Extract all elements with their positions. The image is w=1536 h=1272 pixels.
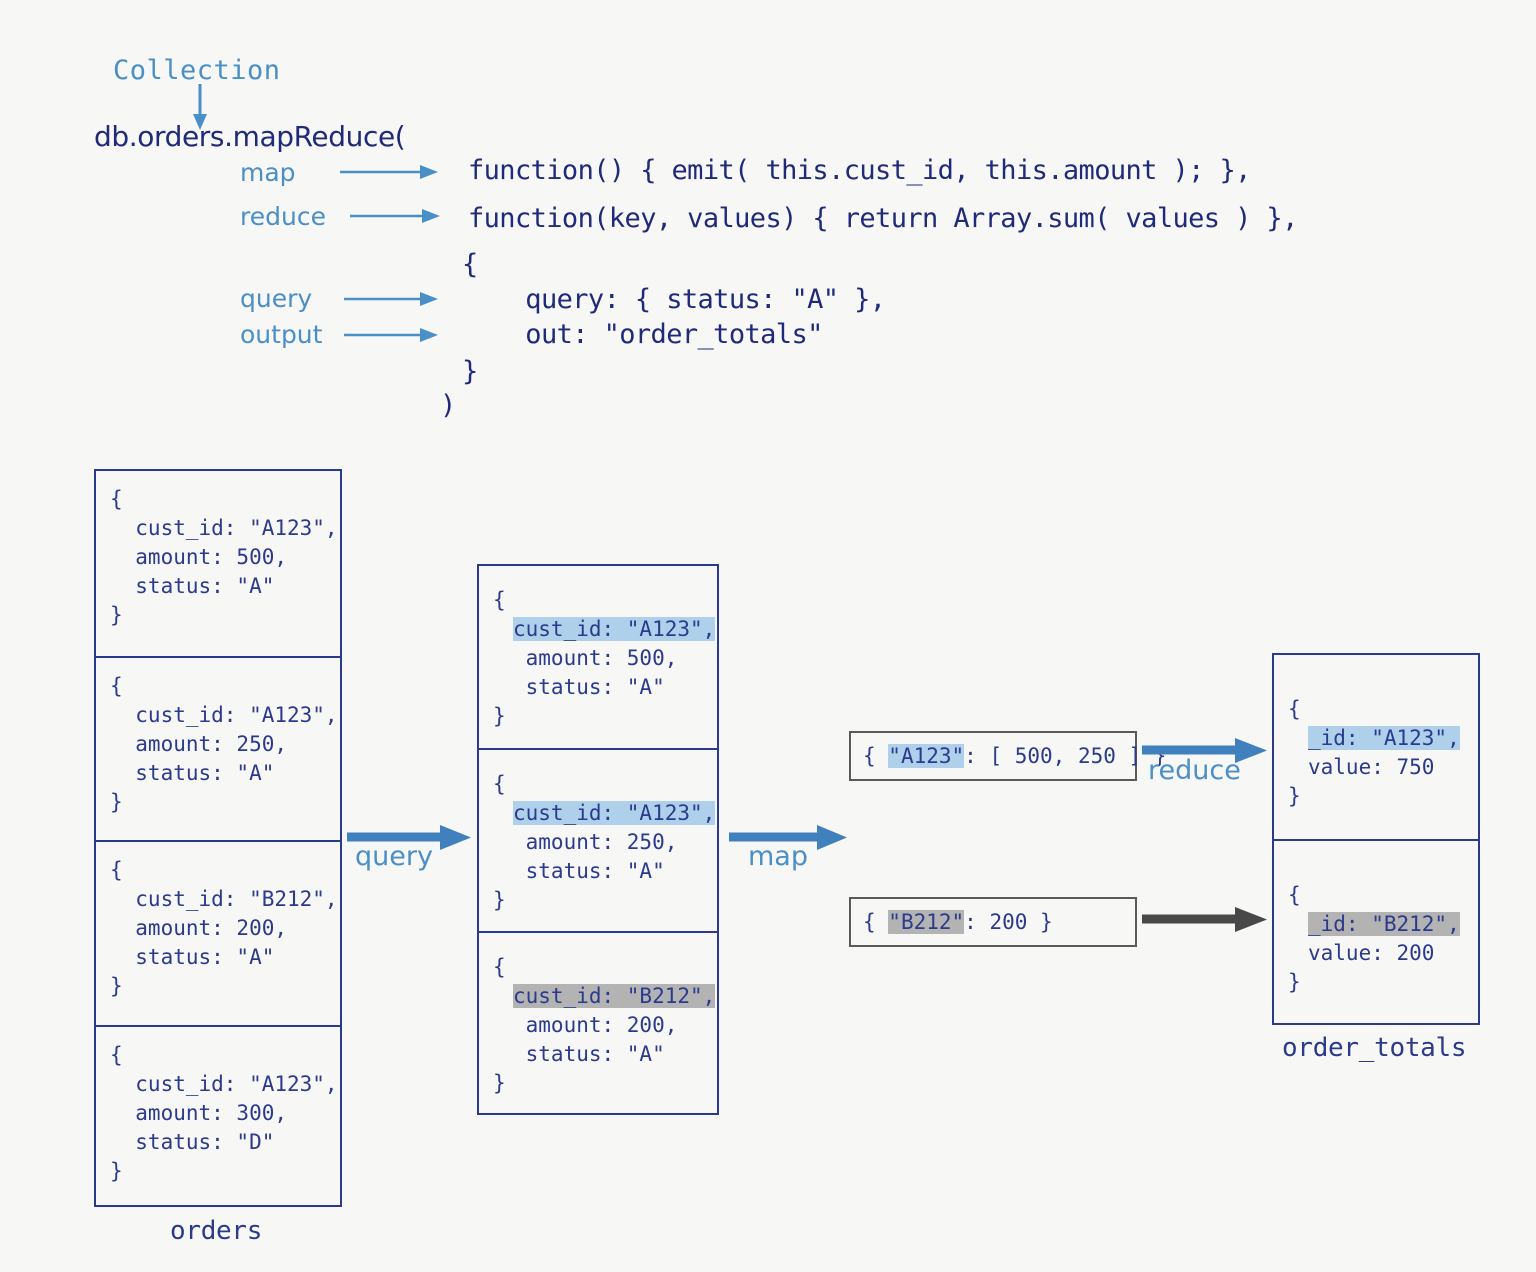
table-row: { cust_id: "A123", amount: 500, status: … xyxy=(479,566,717,748)
doc-open-brace: { xyxy=(110,487,123,511)
doc-open-brace: { xyxy=(493,588,506,612)
code-line-reduce-function: function(key, values) { return Array.sum… xyxy=(468,203,1298,234)
order-totals-collection-caption: order_totals xyxy=(1282,1033,1467,1063)
doc-amount: amount: 500, xyxy=(513,646,678,670)
emit-key-highlight: "A123" xyxy=(888,744,965,768)
collection-annotation-label: Collection xyxy=(113,55,281,86)
doc-cust-id-highlight: cust_id: "B212", xyxy=(513,983,716,1008)
filtered-documents-box: { cust_id: "A123", amount: 500, status: … xyxy=(477,564,719,1115)
doc-cust-id-highlight: cust_id: "A123", xyxy=(513,617,716,641)
doc-status: status: "A" xyxy=(513,1041,665,1066)
doc-status: status: "A" xyxy=(110,945,275,969)
table-row: { cust_id: "A123", amount: 250, status: … xyxy=(96,655,340,841)
doc-status: status: "A" xyxy=(513,675,665,699)
code-line-options-close: } xyxy=(462,356,478,387)
code-line-map-function: function() { emit( this.cust_id, this.am… xyxy=(468,155,1251,186)
doc-close-brace: } xyxy=(110,974,123,998)
doc-open-brace: { xyxy=(110,1042,123,1067)
table-row: { _id: "B212", value: 200 } xyxy=(1274,839,1478,1023)
orders-collection-box: { cust_id: "A123", amount: 500, status: … xyxy=(94,469,342,1207)
emit-pair-b212: { "B212": 200 } xyxy=(849,897,1137,947)
code-line-out-option: out: "order_totals" xyxy=(494,319,823,350)
orders-collection-caption: orders xyxy=(170,1216,263,1246)
doc-cust-id: cust_id: "A123", xyxy=(110,1071,338,1096)
doc-open-brace: { xyxy=(110,673,123,698)
doc-cust-id: cust_id: "B212", xyxy=(110,887,338,911)
doc-close-brace: } xyxy=(110,603,123,627)
code-line-query-option: query: { status: "A" }, xyxy=(494,284,886,315)
passthrough-flow-arrow-icon xyxy=(1142,907,1267,932)
doc-id-highlight: _id: "A123", xyxy=(1308,726,1460,750)
doc-open-brace: { xyxy=(1288,883,1301,907)
param-label-output: output xyxy=(240,320,323,349)
reduce-flow-label: reduce xyxy=(1148,755,1241,786)
table-row: { cust_id: "A123", amount: 250, status: … xyxy=(479,748,717,930)
doc-amount: amount: 200, xyxy=(513,1012,678,1037)
order-totals-collection-box: { _id: "A123", value: 750 } { _id: "B212… xyxy=(1272,653,1480,1025)
doc-amount: amount: 200, xyxy=(110,916,288,940)
emit-prefix: { xyxy=(863,910,889,934)
emit-rest: : 200 } xyxy=(964,910,1053,934)
output-param-arrow-icon xyxy=(344,328,438,342)
doc-close-brace: } xyxy=(493,1070,506,1095)
query-param-arrow-icon xyxy=(344,292,438,306)
doc-status: status: "A" xyxy=(110,760,275,785)
doc-open-brace: { xyxy=(493,954,506,979)
emit-key-highlight: "B212" xyxy=(888,910,965,934)
doc-id-highlight: _id: "B212", xyxy=(1308,912,1460,936)
map-param-arrow-icon xyxy=(340,165,438,179)
query-flow-label: query xyxy=(355,841,433,872)
doc-value: value: 200 xyxy=(1308,941,1435,965)
doc-close-brace: } xyxy=(493,888,506,913)
param-label-reduce: reduce xyxy=(240,202,326,231)
emit-pair-a123: { "A123": [ 500, 250 ] } xyxy=(849,731,1166,781)
table-row: { cust_id: "B212", amount: 200, status: … xyxy=(479,930,717,1113)
param-label-map: map xyxy=(240,158,296,187)
doc-close-brace: } xyxy=(110,1158,123,1183)
table-row: { cust_id: "A123", amount: 300, status: … xyxy=(96,1024,340,1210)
doc-amount: amount: 250, xyxy=(110,731,288,756)
doc-close-brace: } xyxy=(493,704,506,728)
doc-status: status: "A" xyxy=(513,859,665,884)
doc-status: status: "A" xyxy=(110,574,275,598)
doc-cust-id: cust_id: "A123", xyxy=(110,516,338,540)
doc-open-brace: { xyxy=(110,858,123,882)
doc-close-brace: } xyxy=(1288,970,1301,994)
doc-amount: amount: 500, xyxy=(110,545,288,569)
doc-value: value: 750 xyxy=(1308,755,1435,779)
emit-rest: : [ 500, 250 ] } xyxy=(964,744,1167,768)
doc-close-brace: } xyxy=(1288,784,1301,808)
code-line-options-open: { xyxy=(462,249,478,280)
doc-cust-id: cust_id: "A123", xyxy=(110,702,338,727)
doc-amount: amount: 250, xyxy=(513,830,678,855)
table-row: { _id: "A123", value: 750 } xyxy=(1274,655,1478,839)
emit-prefix: { xyxy=(863,744,889,768)
param-label-query: query xyxy=(240,284,313,313)
code-line-call-close: ) xyxy=(440,390,456,421)
doc-status: status: "D" xyxy=(110,1129,275,1154)
table-row: { cust_id: "B212", amount: 200, status: … xyxy=(96,840,340,1025)
reduce-param-arrow-icon xyxy=(350,209,440,223)
table-row: { cust_id: "A123", amount: 500, status: … xyxy=(96,471,340,656)
doc-close-brace: } xyxy=(110,789,123,814)
doc-open-brace: { xyxy=(1288,697,1301,721)
mapreduce-call-line: db.orders.mapReduce( xyxy=(94,120,406,153)
doc-cust-id-highlight: cust_id: "A123", xyxy=(513,801,716,826)
doc-amount: amount: 300, xyxy=(110,1100,288,1125)
map-flow-label: map xyxy=(748,841,808,872)
doc-open-brace: { xyxy=(493,772,506,797)
